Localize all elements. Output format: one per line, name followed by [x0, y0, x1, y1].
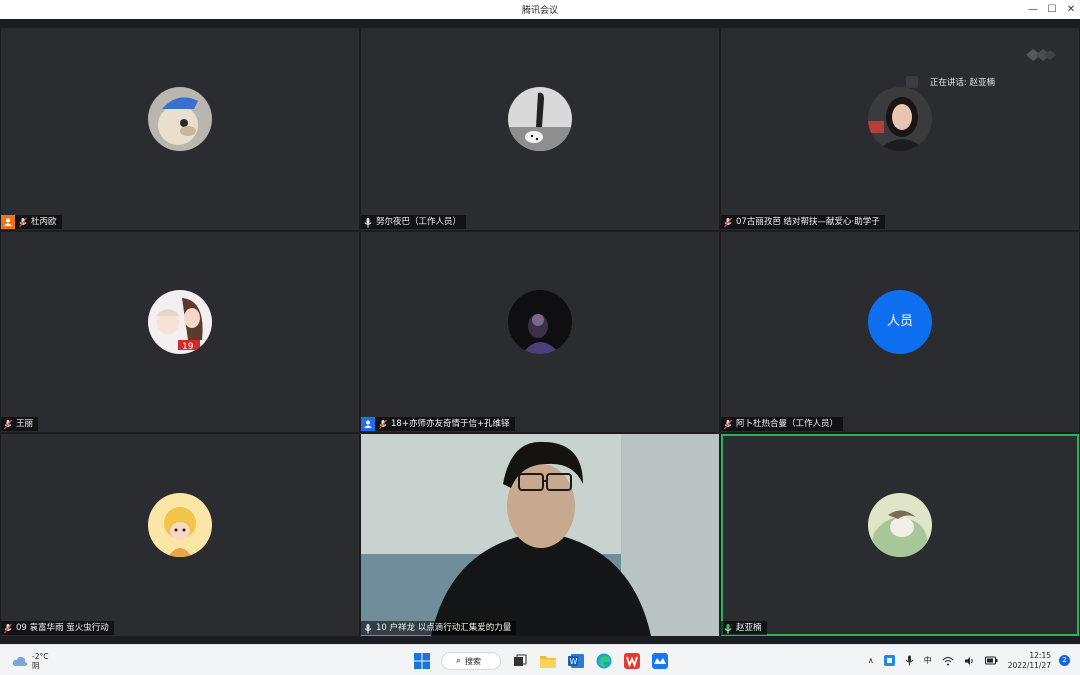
mic-speaking-icon — [724, 623, 732, 633]
participant-avatar-text: 人员 — [868, 290, 932, 354]
edge-icon — [596, 653, 612, 669]
search-icon: ⌕ — [456, 656, 462, 666]
participant-name: 努尔夜巴（工作人员） — [376, 217, 462, 227]
participant-nameplate: 18+亦师亦友奇情于信+孔维铎 — [361, 417, 515, 431]
window-title: 腾讯会议 — [521, 6, 558, 16]
tencent-meeting-icon — [652, 653, 668, 669]
volume-icon[interactable] — [964, 656, 975, 666]
clock-date: 2022/11/27 — [1007, 660, 1051, 670]
participant-tile[interactable]: 09 袁富华雨 萤火虫行动 — [1, 434, 359, 636]
participant-avatar: 19 — [148, 290, 212, 354]
participant-tile[interactable]: 18+亦师亦友奇情于信+孔维铎 — [361, 232, 719, 432]
notification-badge[interactable]: 2 — [1059, 655, 1070, 666]
participant-video — [361, 434, 719, 636]
task-view-button[interactable] — [511, 652, 529, 670]
video-grid: 杜丙欧 努尔夜巴（工作人员） 正在讲话: 赵亚楠 07古丽孜芭 结对帮扶—献爱心… — [0, 19, 1080, 644]
participant-name: 王丽 — [16, 419, 34, 429]
maximize-button[interactable]: ☐ — [1043, 2, 1061, 17]
mic-muted-icon — [724, 217, 732, 227]
participant-nameplate: 赵亚楠 — [721, 621, 767, 635]
speaking-indicator: 正在讲话: 赵亚楠 — [905, 75, 995, 89]
participant-avatar — [148, 493, 212, 557]
mic-muted-icon — [724, 419, 732, 429]
cloud-icon — [12, 656, 28, 666]
weather-temp: -2°C — [32, 652, 49, 661]
mic-muted-icon — [4, 419, 12, 429]
participant-name: 18+亦师亦友奇情于信+孔维铎 — [391, 419, 510, 429]
participant-tile[interactable]: 努尔夜巴（工作人员） — [361, 28, 719, 230]
microphone-icon[interactable] — [905, 655, 914, 666]
clock-time: 12:15 — [1029, 650, 1051, 660]
wps-icon — [624, 653, 640, 669]
minimize-button[interactable]: — — [1024, 2, 1042, 17]
active-speaker-tile[interactable]: 赵亚楠 — [721, 434, 1079, 636]
host-icon — [1, 215, 15, 229]
participant-name: 10 户祥龙 以点滴行动汇集爱的力量 — [376, 623, 512, 633]
word-icon: W — [568, 654, 584, 668]
ime-indicator[interactable]: 中 — [924, 655, 932, 666]
mic-icon — [364, 623, 372, 633]
participant-avatar — [508, 290, 572, 354]
participant-avatar — [868, 493, 932, 557]
participant-nameplate: 阿卜杜热合曼（工作人员） — [721, 417, 844, 431]
tencent-meeting-button[interactable] — [651, 652, 669, 670]
task-view-icon — [514, 654, 527, 666]
participant-avatar — [868, 87, 932, 151]
participant-nameplate: 努尔夜巴（工作人员） — [361, 215, 467, 229]
participant-nameplate: 09 袁富华雨 萤火虫行动 — [1, 621, 114, 635]
weather-desc: 阴 — [32, 661, 40, 670]
svg-text:19: 19 — [182, 342, 194, 352]
cohost-icon — [361, 417, 375, 431]
participant-avatar — [508, 87, 572, 151]
folder-icon — [540, 656, 556, 668]
participant-avatar — [148, 87, 212, 151]
taskbar-apps: ⌕ 搜索 W — [413, 651, 679, 671]
mic-muted-icon — [19, 217, 27, 227]
mic-muted-icon — [4, 623, 12, 633]
participant-video-tile[interactable]: 10 户祥龙 以点滴行动汇集爱的力量 — [361, 434, 719, 636]
tencent-meeting-logo-icon — [1026, 49, 1056, 61]
taskbar-search[interactable]: ⌕ 搜索 — [441, 652, 501, 670]
participant-nameplate: 10 户祥龙 以点滴行动汇集爱的力量 — [361, 621, 517, 635]
participant-name: 09 袁富华雨 萤火虫行动 — [16, 623, 109, 633]
participant-tile[interactable]: 杜丙欧 — [1, 28, 359, 230]
participant-nameplate: 杜丙欧 — [1, 215, 62, 229]
file-explorer-button[interactable] — [539, 652, 557, 670]
edge-button[interactable] — [595, 652, 613, 670]
battery-icon[interactable] — [984, 656, 998, 665]
participant-nameplate: 王丽 — [1, 417, 39, 431]
clock[interactable]: 12:15 2022/11/27 — [1008, 651, 1051, 671]
word-button[interactable]: W — [567, 652, 585, 670]
wifi-icon[interactable] — [942, 656, 954, 666]
speaking-label: 正在讲话: 赵亚楠 — [929, 78, 995, 88]
taskbar: -2°C 阴 ⌕ 搜索 W ∧ 中 12:15 2022/11/27 2 — [0, 644, 1080, 675]
participant-tile[interactable]: 正在讲话: 赵亚楠 07古丽孜芭 结对帮扶—献爱心·助学子 — [721, 28, 1079, 230]
system-tray: ∧ 中 12:15 2022/11/27 2 — [868, 645, 1080, 675]
windows-logo-icon — [414, 653, 430, 669]
svg-text:W: W — [570, 657, 578, 666]
mic-icon — [364, 217, 372, 227]
start-button[interactable] — [413, 652, 431, 670]
close-button[interactable]: ✕ — [1062, 2, 1080, 17]
tray-app-icon[interactable] — [883, 655, 895, 666]
participant-nameplate: 07古丽孜芭 结对帮扶—献爱心·助学子 — [721, 215, 885, 229]
participant-tile[interactable]: 人员 阿卜杜热合曼（工作人员） — [721, 232, 1079, 432]
participant-tile[interactable]: 19 王丽 — [1, 232, 359, 432]
title-bar: 腾讯会议 — ☐ ✕ — [0, 0, 1080, 19]
mic-muted-icon — [379, 419, 387, 429]
chevron-up-icon[interactable]: ∧ — [868, 656, 874, 665]
participant-name: 阿卜杜热合曼（工作人员） — [736, 419, 839, 429]
weather-widget[interactable]: -2°C 阴 — [12, 652, 48, 670]
wps-button[interactable] — [623, 652, 641, 670]
participant-name: 杜丙欧 — [31, 217, 57, 227]
participant-name: 赵亚楠 — [736, 623, 762, 633]
speaker-avatar — [905, 76, 918, 88]
participant-name: 07古丽孜芭 结对帮扶—献爱心·助学子 — [736, 217, 880, 227]
search-label: 搜索 — [465, 656, 482, 666]
